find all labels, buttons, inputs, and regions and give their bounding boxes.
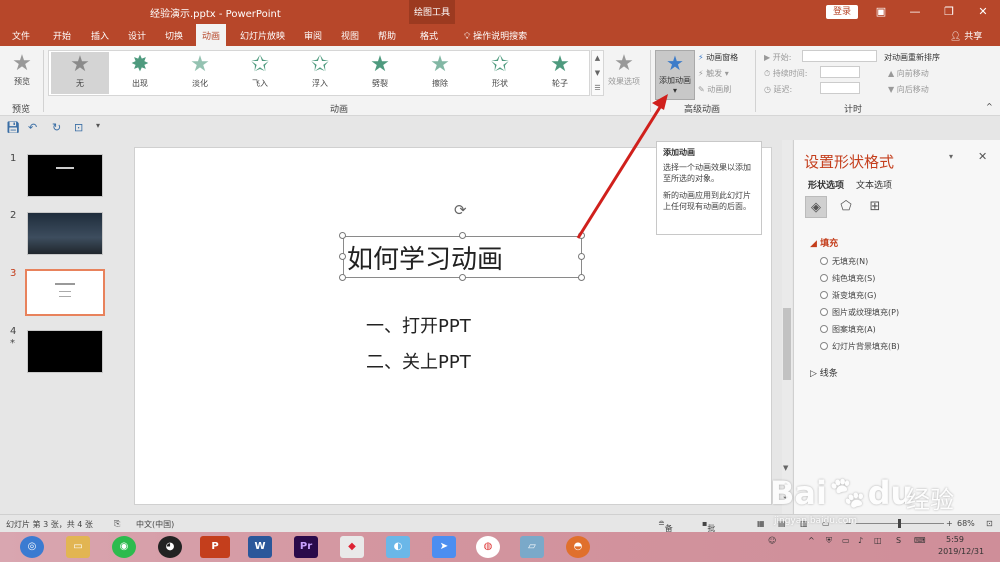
powerpoint-window: 经验演示.pptx - PowerPoint 登录 ▣ — ❐ ✕ 绘图工具 文… (0, 0, 1000, 562)
annotation-arrow (576, 94, 668, 239)
arrow-head (652, 94, 668, 110)
arrow-shaft (576, 103, 664, 239)
